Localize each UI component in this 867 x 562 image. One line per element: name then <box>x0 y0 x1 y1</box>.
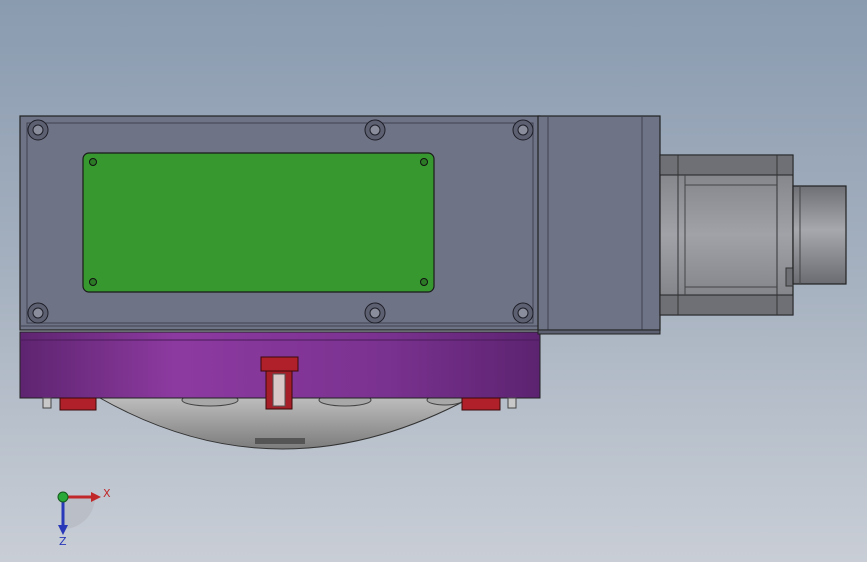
bolt-icon <box>27 119 49 141</box>
motor-adapter-block <box>537 115 661 335</box>
y-axis-origin <box>57 491 69 503</box>
bolt-icon <box>27 302 49 324</box>
bolt-icon <box>512 302 534 324</box>
red-clamp-right <box>461 397 501 411</box>
red-clamp-left <box>59 397 97 411</box>
servo-motor <box>659 154 794 316</box>
z-axis-label: Z <box>59 535 67 548</box>
cad-viewport[interactable]: X Z <box>0 0 867 562</box>
screw-icon <box>89 278 97 286</box>
screw-icon <box>420 278 428 286</box>
bolt-icon <box>512 119 534 141</box>
bolt-icon <box>364 119 386 141</box>
x-axis-label: X <box>103 487 111 500</box>
motor-shaft <box>792 185 847 285</box>
nameplate <box>82 152 435 293</box>
coordinate-triad[interactable]: X Z <box>57 487 111 548</box>
screw-icon <box>420 158 428 166</box>
red-locating-pin <box>260 356 299 410</box>
bolt-icon <box>364 302 386 324</box>
screw-icon <box>89 158 97 166</box>
